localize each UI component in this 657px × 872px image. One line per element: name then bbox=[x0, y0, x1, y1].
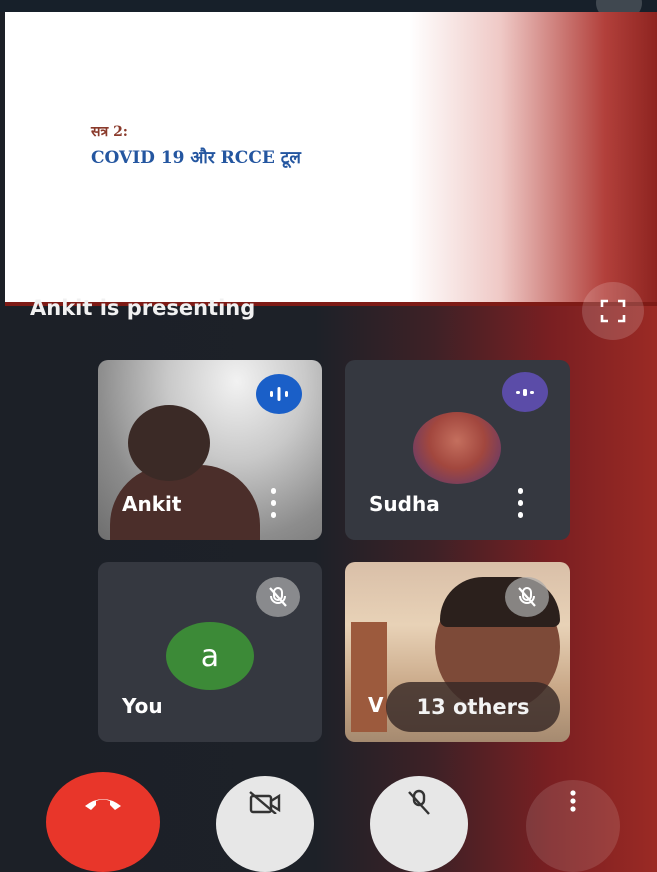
mic-off-icon bbox=[408, 789, 430, 815]
mic-toggle-button[interactable] bbox=[370, 776, 468, 872]
video-feed-head bbox=[128, 405, 210, 481]
participant-tile-sudha[interactable]: Sudha bbox=[345, 360, 570, 540]
end-call-button[interactable] bbox=[46, 772, 160, 872]
participant-name: Sudha bbox=[369, 492, 440, 516]
phone-hangup-icon bbox=[85, 799, 121, 810]
speaking-indicator-icon bbox=[256, 374, 302, 414]
participant-more-icon[interactable] bbox=[516, 488, 524, 518]
more-vert-icon bbox=[570, 790, 576, 812]
fullscreen-icon bbox=[600, 299, 626, 323]
slide-session-label: सत्र 2: bbox=[91, 124, 128, 140]
mic-off-icon bbox=[505, 577, 549, 617]
participant-name: You bbox=[122, 694, 163, 718]
fullscreen-button[interactable] bbox=[582, 282, 644, 340]
shared-slide: सत्र 2: COVID 19 और RCCE टूल bbox=[5, 12, 657, 306]
participant-more-icon[interactable] bbox=[269, 488, 277, 518]
avatar bbox=[413, 412, 501, 484]
others-count-button[interactable]: 13 others bbox=[386, 682, 560, 732]
participant-tile-ankit[interactable]: Ankit bbox=[98, 360, 322, 540]
camera-toggle-button[interactable] bbox=[216, 776, 314, 872]
more-options-button[interactable] bbox=[526, 780, 620, 872]
participant-name: Ankit bbox=[122, 492, 182, 516]
participant-name: V bbox=[368, 693, 384, 717]
presenter-status: Ankit is presenting bbox=[30, 296, 256, 320]
top-status-bar bbox=[0, 0, 657, 12]
speaking-indicator-icon bbox=[502, 372, 548, 412]
camera-off-icon bbox=[249, 791, 281, 814]
slide-title: COVID 19 और RCCE टूल bbox=[91, 148, 301, 168]
avatar: a bbox=[166, 622, 254, 690]
mic-off-icon bbox=[256, 577, 300, 617]
participant-tile-you[interactable]: a You bbox=[98, 562, 322, 742]
